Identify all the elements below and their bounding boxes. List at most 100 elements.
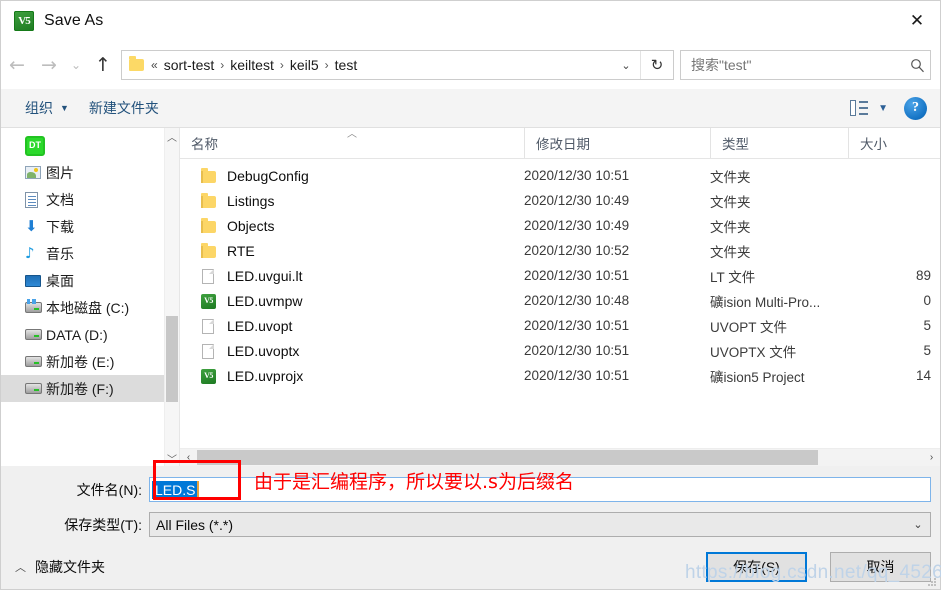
file-name: RTE — [227, 242, 255, 259]
cancel-button[interactable]: 取消 — [830, 552, 931, 582]
navigation-list: DT 图片 文档 ⬇ 下载 ♪ 音乐 桌面 本地磁盘 (C:) DATA (D:… — [1, 128, 179, 402]
sidebar-item-data-d[interactable]: DATA (D:) — [1, 321, 179, 348]
change-view-icon[interactable] — [850, 100, 869, 116]
scroll-down-icon[interactable]: ﹀ — [165, 450, 179, 466]
drive-icon — [25, 356, 46, 367]
view-icon-line — [859, 101, 869, 103]
table-row[interactable]: Listings 2020/12/30 10:49 文件夹 — [180, 188, 940, 213]
table-row[interactable]: DebugConfig 2020/12/30 10:51 文件夹 — [180, 163, 940, 188]
file-name: Objects — [227, 217, 275, 234]
recent-locations-button[interactable]: ⌄ — [65, 45, 87, 85]
column-header-type[interactable]: 类型 — [710, 128, 848, 158]
file-name-cell[interactable]: LED.uvopt — [180, 318, 524, 334]
sidebar-item-label: 文档 — [46, 191, 74, 208]
sidebar-item-volume-f[interactable]: 新加卷 (F:) — [1, 375, 179, 402]
search-box[interactable]: 搜索"test" — [680, 50, 931, 80]
file-name-cell[interactable]: Objects — [180, 217, 524, 234]
sidebar-item-label: DATA (D:) — [46, 326, 108, 343]
breadcrumb-overflow[interactable]: « — [151, 58, 158, 72]
column-header-name[interactable]: ︿ 名称 — [180, 128, 524, 158]
view-chevron-down-icon[interactable]: ▼ — [878, 103, 888, 114]
column-header-date[interactable]: 修改日期 — [524, 128, 710, 158]
refresh-icon[interactable]: ↻ — [640, 51, 673, 79]
help-icon[interactable]: ? — [904, 96, 927, 120]
scroll-left-icon[interactable]: ‹ — [180, 452, 197, 463]
resize-grip[interactable] — [927, 577, 937, 587]
breadcrumb-item-1[interactable]: keiltest — [230, 57, 274, 73]
chevron-down-icon[interactable]: ⌄ — [612, 51, 640, 79]
filename-value: LED.S — [152, 480, 198, 499]
column-header-name-label: 名称 — [191, 137, 218, 152]
table-row[interactable]: LED.uvopt 2020/12/30 10:51 UVOPT 文件 5 — [180, 313, 940, 338]
breadcrumb-separator[interactable]: › — [280, 58, 284, 72]
file-name-cell[interactable]: LED.uvgui.lt — [180, 268, 524, 284]
file-name: LED.uvmpw — [227, 292, 303, 309]
sidebar-item-volume-e[interactable]: 新加卷 (E:) — [1, 348, 179, 375]
file-date: 2020/12/30 10:52 — [524, 243, 630, 258]
sidebar-item-music[interactable]: ♪ 音乐 — [1, 240, 179, 267]
file-type: 文件夹 — [710, 169, 751, 185]
navigation-bar: ← → ⌄ ↑ « sort-test › keiltest › keil5 ›… — [1, 41, 940, 89]
sidebar-item-label: 桌面 — [46, 272, 74, 289]
new-folder-button[interactable]: 新建文件夹 — [79, 95, 169, 121]
file-name-cell[interactable]: RTE — [180, 242, 524, 259]
search-input[interactable]: 搜索"test" — [681, 55, 904, 75]
table-row[interactable]: RTE 2020/12/30 10:52 文件夹 — [180, 238, 940, 263]
view-icon-box — [850, 100, 857, 116]
sidebar-item-downloads[interactable]: ⬇ 下载 — [1, 213, 179, 240]
file-list-pane: ︿ 名称 修改日期 类型 大小 DebugConfig 2020/12/30 1… — [180, 128, 940, 466]
filetype-select[interactable]: All Files (*.*) ⌄ — [149, 512, 931, 537]
close-icon[interactable]: ✕ — [894, 1, 940, 41]
view-icon-line — [859, 107, 869, 109]
back-button[interactable]: ← — [1, 45, 33, 85]
sidebar-item-onedrive[interactable]: DT — [1, 132, 179, 159]
sidebar-item-documents[interactable]: 文档 — [1, 186, 179, 213]
scrollbar-thumb[interactable] — [166, 316, 178, 402]
view-icon-line — [859, 113, 869, 115]
save-button[interactable]: 保存(S) — [706, 552, 807, 582]
file-list-horizontal-scrollbar[interactable]: ‹ › — [180, 448, 940, 466]
file-size: 14 — [915, 368, 931, 383]
sidebar-scrollbar[interactable]: ︿ ﹀ — [164, 128, 179, 466]
keil-uvision5-icon: V5 — [14, 11, 34, 31]
scroll-up-icon[interactable]: ︿ — [165, 128, 179, 144]
up-button[interactable]: ↑ — [87, 45, 119, 85]
sidebar-item-pictures[interactable]: 图片 — [1, 159, 179, 186]
file-date: 2020/12/30 10:49 — [524, 218, 630, 233]
table-row[interactable]: V5 LED.uvmpw 2020/12/30 10:48 礦ision Mul… — [180, 288, 940, 313]
address-bar[interactable]: « sort-test › keiltest › keil5 › test ⌄ … — [121, 50, 674, 80]
dialog-footer: 文件名(N): LED.S 由于是汇编程序，所以要以.s为后缀名 保存类型(T)… — [1, 460, 940, 589]
sidebar-item-local-disk-c[interactable]: 本地磁盘 (C:) — [1, 294, 179, 321]
breadcrumb-item-3[interactable]: test — [335, 57, 358, 73]
table-row[interactable]: LED.uvgui.lt 2020/12/30 10:51 LT 文件 89 — [180, 263, 940, 288]
table-row[interactable]: Objects 2020/12/30 10:49 文件夹 — [180, 213, 940, 238]
file-name-cell[interactable]: V5 LED.uvprojx — [180, 368, 524, 384]
keil-file-icon: V5 — [201, 293, 218, 309]
sidebar-item-desktop[interactable]: 桌面 — [1, 267, 179, 294]
file-name-cell[interactable]: LED.uvoptx — [180, 343, 524, 359]
file-date: 2020/12/30 10:49 — [524, 193, 630, 208]
file-name-cell[interactable]: V5 LED.uvmpw — [180, 293, 524, 309]
file-name-cell[interactable]: DebugConfig — [180, 167, 524, 184]
scrollbar-thumb[interactable] — [197, 450, 818, 465]
table-row[interactable]: V5 LED.uvprojx 2020/12/30 10:51 礦ision5 … — [180, 363, 940, 388]
chevron-down-icon[interactable]: ⌄ — [906, 518, 930, 531]
breadcrumb-separator[interactable]: › — [220, 58, 224, 72]
column-header-size[interactable]: 大小 — [848, 128, 940, 158]
file-size: 89 — [915, 268, 931, 283]
folder-icon — [201, 192, 218, 209]
scrollbar-track[interactable] — [197, 449, 923, 466]
organize-button[interactable]: 组织 ▼ — [15, 95, 79, 121]
breadcrumb-item-0[interactable]: sort-test — [164, 57, 215, 73]
breadcrumb-separator[interactable]: › — [325, 58, 329, 72]
scroll-right-icon[interactable]: › — [923, 452, 940, 463]
forward-button[interactable]: → — [33, 45, 65, 85]
file-name-cell[interactable]: Listings — [180, 192, 524, 209]
downloads-icon: ⬇ — [25, 217, 38, 235]
breadcrumb-item-2[interactable]: keil5 — [290, 57, 319, 73]
hide-folders-button[interactable]: ︿ 隐藏文件夹 — [15, 557, 105, 577]
annotation-text: 由于是汇编程序，所以要以.s为后缀名 — [254, 471, 574, 493]
table-row[interactable]: LED.uvoptx 2020/12/30 10:51 UVOPTX 文件 5 — [180, 338, 940, 363]
file-name: LED.uvgui.lt — [227, 267, 303, 284]
file-name: LED.uvopt — [227, 317, 293, 334]
